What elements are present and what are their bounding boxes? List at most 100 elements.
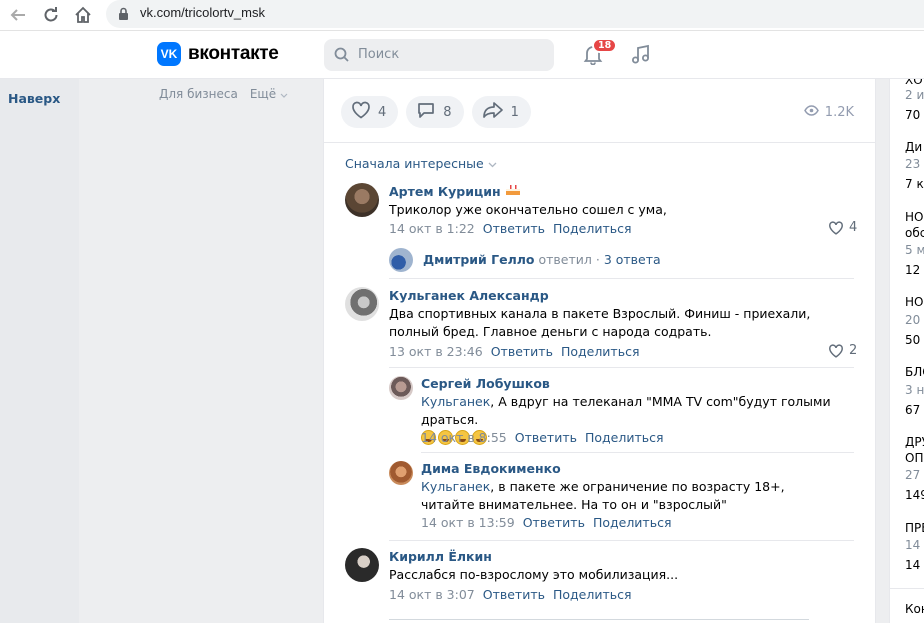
footer-link-business[interactable]: Для бизнеса	[159, 87, 238, 101]
sidebar-item-title[interactable]: Ди	[905, 140, 922, 154]
comment-meta: 14 окт в 8:55 Ответить Поделиться	[421, 430, 664, 445]
thread-action: ответил	[538, 252, 592, 267]
comment-author[interactable]: Кульганек Александр	[389, 288, 549, 303]
sidebar-item-title[interactable]: ПРЕ	[905, 521, 924, 535]
comment-meta: 14 окт в 13:59 Ответить Поделиться	[421, 515, 671, 530]
post-card: 4 8 1 1.2K Сначала интересные Артем Кури…	[323, 79, 876, 623]
share-link[interactable]: Поделиться	[593, 515, 672, 530]
comment-time[interactable]: 14 окт в 1:22	[389, 221, 475, 236]
lock-icon	[118, 7, 129, 24]
comment-meta: 14 окт в 3:07 Ответить Поделиться	[389, 587, 632, 602]
avatar[interactable]	[389, 376, 413, 400]
avatar[interactable]	[345, 287, 379, 321]
comment-author[interactable]: Дима Евдокименко	[421, 461, 561, 476]
comment-text: Два спортивных канала в пакете Взрослый.…	[389, 306, 811, 339]
thread-author[interactable]: Дмитрий Гелло	[423, 252, 535, 267]
share-link[interactable]: Поделиться	[585, 430, 664, 445]
heart-icon	[351, 101, 371, 123]
avatar[interactable]	[389, 461, 413, 485]
share-button[interactable]: 1	[471, 96, 531, 128]
comment-author[interactable]: Артем Курицин	[389, 184, 521, 199]
vk-logo-icon[interactable]: VK	[157, 42, 181, 66]
sidebar-item-subtitle: 5 ме	[905, 243, 924, 257]
sidebar-item-subtitle: 14 и	[905, 538, 924, 552]
scroll-to-top-link[interactable]: Наверх	[8, 91, 60, 106]
sidebar-item-title[interactable]: Кон	[905, 602, 924, 616]
avatar[interactable]	[389, 248, 413, 272]
sidebar-item-title-line2[interactable]: ОПЕ	[905, 451, 924, 465]
back-arrow-icon[interactable]	[7, 4, 29, 26]
sidebar-item-title[interactable]: ХО	[905, 79, 923, 87]
divider	[389, 278, 854, 279]
sidebar-item-count: 7 ко	[905, 177, 924, 191]
sidebar-item-subtitle: 3 но	[905, 383, 924, 397]
sidebar-item-count: 12 п	[905, 263, 924, 277]
comments-sort-dropdown[interactable]: Сначала интересные	[345, 156, 497, 171]
share-link[interactable]: Поделиться	[561, 344, 640, 359]
like-button[interactable]: 4	[341, 96, 399, 128]
comment-time[interactable]: 14 окт в 3:07	[389, 587, 475, 602]
vk-logo-text[interactable]: вконтакте	[188, 43, 279, 65]
like-count: 4	[378, 104, 387, 120]
comment-meta: 14 окт в 1:22 Ответить Поделиться	[389, 221, 632, 236]
mention-link[interactable]: Кульганек	[421, 479, 490, 494]
comment-count: 8	[443, 104, 452, 120]
sidebar-item-title[interactable]: БЛО	[905, 365, 924, 379]
comment-author[interactable]: Кирилл Ёлкин	[389, 549, 492, 564]
comment-like-button[interactable]: 4	[828, 220, 857, 235]
reload-icon[interactable]	[40, 4, 62, 26]
mention-link[interactable]: Кульганек	[421, 394, 490, 409]
site-header: VK вконтакте Поиск 18	[0, 31, 924, 79]
sidebar-item-subtitle: 27 о	[905, 468, 924, 482]
divider	[324, 142, 875, 143]
views-count: 1.2K	[824, 105, 854, 120]
avatar[interactable]	[345, 548, 379, 582]
divider	[389, 540, 854, 541]
reply-link[interactable]: Ответить	[491, 344, 553, 359]
comment-time[interactable]: 14 окт в 8:55	[421, 430, 507, 445]
music-icon[interactable]	[630, 43, 652, 68]
views-counter: 1.2K	[803, 105, 854, 120]
sidebar-item-count: 67 к	[905, 403, 924, 417]
comment-like-button[interactable]: 2	[828, 343, 857, 358]
scroll-to-top-area[interactable]	[0, 79, 79, 623]
comment-time[interactable]: 14 окт в 13:59	[421, 515, 515, 530]
comment-text: Триколор уже окончательно сошел с ума,	[389, 202, 667, 217]
sidebar-item-title[interactable]: НО	[905, 295, 923, 309]
reply-link[interactable]: Ответить	[523, 515, 585, 530]
comment-time[interactable]: 13 окт в 23:46	[389, 344, 483, 359]
footer-link-more[interactable]: Ещё	[250, 87, 288, 101]
divider	[421, 452, 854, 453]
divider	[389, 367, 854, 368]
comment-meta: 13 окт в 23:46 Ответить Поделиться	[389, 344, 639, 359]
comment-icon	[416, 101, 436, 123]
avatar[interactable]	[345, 183, 379, 217]
comment-input-edge[interactable]	[389, 619, 809, 620]
reply-link[interactable]: Ответить	[515, 430, 577, 445]
sort-label: Сначала интересные	[345, 156, 484, 171]
sidebar-item-title[interactable]: ДРУ	[905, 435, 924, 449]
cake-icon	[505, 184, 521, 199]
browser-toolbar: vk.com/tricolortv_msk	[0, 0, 924, 31]
eye-icon	[803, 105, 819, 120]
comment-like-count: 4	[849, 220, 858, 235]
comment-author[interactable]: Сергей Лобушков	[421, 376, 550, 391]
sidebar-item-title[interactable]: НО	[905, 210, 923, 224]
share-count: 1	[510, 104, 519, 120]
address-bar[interactable]: vk.com/tricolortv_msk	[106, 0, 924, 28]
reply-link[interactable]: Ответить	[483, 587, 545, 602]
reply-link[interactable]: Ответить	[483, 221, 545, 236]
share-link[interactable]: Поделиться	[553, 587, 632, 602]
right-sidebar: ХО 2 ин 70 п Ди 23 п 7 ко НО обс 5 ме 12…	[889, 79, 924, 623]
search-input[interactable]: Поиск	[324, 39, 554, 71]
chevron-down-icon	[488, 162, 497, 168]
home-icon[interactable]	[72, 4, 94, 26]
comment-button[interactable]: 8	[406, 96, 464, 128]
notification-badge: 18	[592, 38, 618, 53]
thread-count[interactable]: 3 ответа	[604, 252, 661, 267]
replies-thread-link[interactable]: Дмитрий Гелло ответил · 3 ответа	[423, 252, 661, 267]
sidebar-item-title-line2[interactable]: обс	[905, 226, 924, 240]
share-link[interactable]: Поделиться	[553, 221, 632, 236]
sidebar-item-count: 14 к	[905, 558, 924, 572]
comment-like-count: 2	[849, 343, 858, 358]
